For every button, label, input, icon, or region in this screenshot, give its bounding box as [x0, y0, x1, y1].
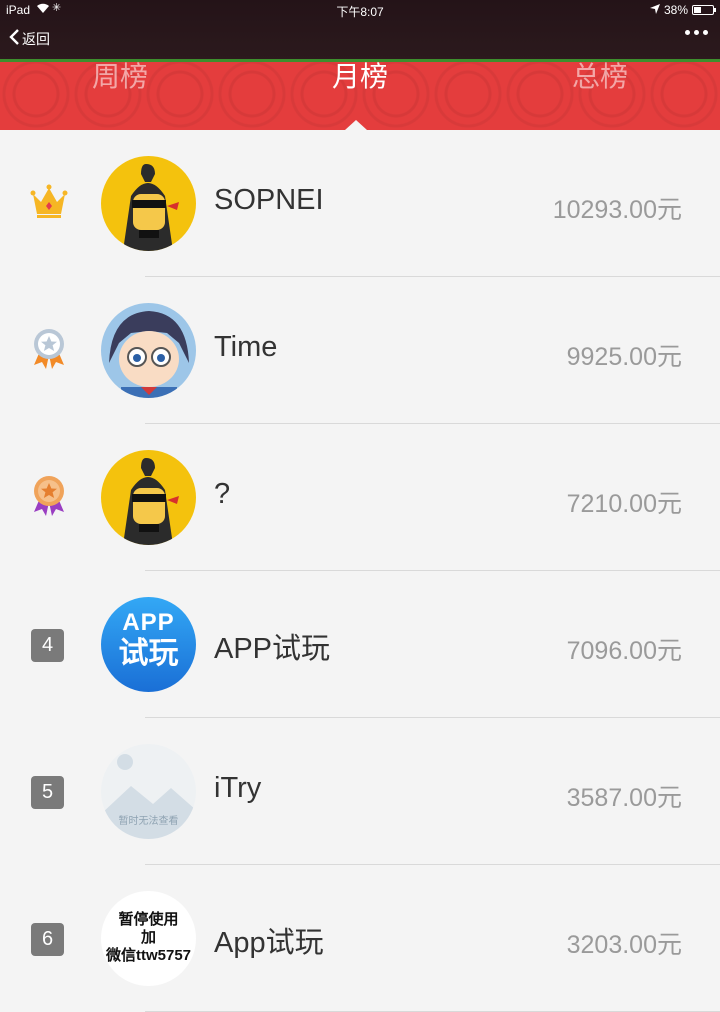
ranking-row[interactable]: SOPNEI 10293.00元: [0, 130, 720, 277]
text-avatar: 暂停使用 加 微信ttw5757: [101, 891, 196, 986]
ranking-row[interactable]: ? 7210.00元: [0, 424, 720, 571]
amount: 3587.00元: [566, 784, 682, 812]
battery-icon: [692, 5, 716, 15]
active-tab-indicator: [345, 120, 367, 130]
avatar: [101, 156, 196, 251]
crown-icon: [30, 180, 68, 222]
user-name: App试玩: [214, 927, 324, 959]
ranking-row[interactable]: Time 9925.00元: [0, 277, 720, 424]
battery-percent: 38%: [663, 3, 688, 17]
rank-number: 5: [31, 776, 64, 809]
avatar-text: 微信ttw5757: [105, 947, 192, 964]
status-bar: iPad ✳ 下午8:07 38%: [0, 0, 720, 22]
ranking-row[interactable]: 5 暂时无法查看 iTry 3587.00元: [0, 718, 720, 865]
top-bar: iPad ✳ 下午8:07 38% 返回: [0, 0, 720, 62]
amount: 7096.00元: [566, 637, 682, 665]
amount: 10293.00元: [552, 196, 682, 224]
user-name: iTry: [214, 772, 262, 804]
rank-number: 4: [31, 629, 64, 662]
more-dots-icon: [685, 30, 690, 35]
user-name: APP试玩: [214, 633, 331, 665]
ranking-row[interactable]: 6 暂停使用 加 微信ttw5757 App试玩 3203.00元: [0, 865, 720, 1012]
tab-week[interactable]: 周榜: [0, 62, 240, 120]
user-name: ?: [214, 478, 231, 510]
tab-total[interactable]: 总榜: [480, 62, 720, 120]
avatar-text: 加: [140, 929, 156, 946]
user-name: Time: [214, 331, 278, 363]
status-time: 下午8:07: [336, 5, 384, 19]
status-right: 38%: [649, 3, 716, 17]
amount: 7210.00元: [566, 490, 682, 518]
ranking-list: SOPNEI 10293.00元 Time 9925.00元 ? 7210.00…: [0, 130, 720, 1012]
location-icon: [649, 3, 660, 17]
avatar: [101, 450, 196, 545]
back-label: 返回: [22, 30, 50, 47]
more-button[interactable]: [685, 30, 708, 35]
user-name: SOPNEI: [214, 184, 324, 216]
bronze-medal-icon: [30, 474, 68, 516]
image-placeholder-avatar: 暂时无法查看: [101, 744, 196, 839]
avatar-text: 暂停使用: [118, 911, 179, 928]
nav-bar: 返回: [0, 22, 720, 58]
avatar-text: 试玩: [118, 637, 179, 670]
app-logo-avatar: APP 试玩: [101, 597, 196, 692]
chevron-left-icon: [8, 28, 20, 49]
avatar-text: APP: [122, 609, 175, 636]
avatar: [101, 303, 196, 398]
amount: 3203.00元: [566, 931, 682, 959]
tab-month[interactable]: 月榜: [240, 62, 480, 120]
amount: 9925.00元: [566, 343, 682, 371]
back-button[interactable]: 返回: [8, 28, 50, 49]
avatar-text: 暂时无法查看: [118, 816, 179, 827]
rank-number: 6: [31, 923, 64, 956]
ranking-row[interactable]: 4 APP 试玩 APP试玩 7096.00元: [0, 571, 720, 718]
silver-medal-icon: [30, 327, 68, 369]
